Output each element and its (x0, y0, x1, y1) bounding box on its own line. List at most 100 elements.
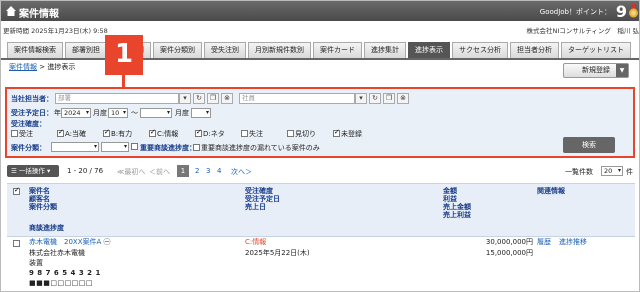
to-month-select[interactable] (191, 108, 211, 118)
check-lost[interactable]: 失注 (241, 129, 263, 139)
updated-time: 更新時間 2025年1月23日(木) 9:58 (3, 27, 108, 35)
app-window: 案件情報 GoodJob！ポイント： 9 更新時間 2025年1月23日(木) … (0, 0, 640, 292)
check-c[interactable]: C:情報 (149, 128, 178, 139)
dept-clear-icon[interactable]: ⊗ (221, 93, 233, 104)
staff-input[interactable]: 社員 (239, 93, 355, 104)
to-month-unit: 月度 (175, 109, 189, 117)
case-name-link[interactable]: 赤木電機 20XX案件A (29, 238, 101, 246)
check-unregistered[interactable]: 未登録 (333, 128, 362, 139)
checkbox[interactable] (57, 128, 64, 137)
table-row: 赤木電機 20XX案件A ㊀ 株式会社赤木電機 装置 9 8 7 6 5 4 3… (7, 237, 635, 291)
check-won[interactable]: 受注 (11, 129, 33, 139)
dropdown-arrow-icon[interactable]: ▼ (616, 64, 628, 77)
check-cutoff[interactable]: 見切り (287, 129, 316, 139)
year-select[interactable]: 2024 (61, 108, 91, 118)
page-2[interactable]: 2 (195, 167, 199, 175)
step-badge: 1 (105, 35, 143, 75)
check-d[interactable]: D:ネタ (195, 128, 225, 139)
dept-reset-icon[interactable]: ↻ (193, 93, 205, 104)
search-panel: 当社担当者： 部署 ▾ ↻ ❐ ⊗ 社員 ▾ ↻ ❐ ⊗ 受注予定日： 年 20… (5, 87, 635, 158)
first-page-link[interactable]: ≪最初へ (117, 167, 145, 177)
breadcrumb-root[interactable]: 案件情報 (9, 63, 37, 71)
check-a[interactable]: A:当確 (57, 128, 86, 139)
tab-progress-view[interactable]: 進捗表示 (408, 42, 450, 58)
staff-dropdown-icon[interactable]: ▾ (355, 93, 367, 104)
per-page-unit: 件 (626, 168, 633, 176)
header-col-related: 関連情報 (537, 187, 565, 195)
tab-category[interactable]: 案件分類別 (153, 42, 202, 58)
accuracy-label: 受注確度： (11, 120, 46, 128)
header-col-progress: 商談進捗度 (29, 224, 64, 232)
bulk-action-button[interactable]: ☰ 一括操作 ▾ (7, 165, 59, 177)
tab-win-loss[interactable]: 受失注別 (204, 42, 246, 58)
progress-history-link[interactable]: 進捗推移 (559, 237, 587, 248)
tab-staff-analysis[interactable]: 担当者分析 (510, 42, 559, 58)
range-text: 1 - 20 / 76 (67, 167, 104, 175)
month-unit: 月度 (93, 109, 107, 117)
date-cell: 2025年5月22日(木) (245, 249, 310, 257)
checkbox[interactable] (103, 128, 110, 137)
points-value: 9 (615, 2, 627, 21)
dept-copy-icon[interactable]: ❐ (207, 93, 219, 104)
select-all-checkbox[interactable] (13, 186, 20, 195)
case-name-cell: 赤木電機 20XX案件A ㊀ (29, 237, 111, 248)
expand-icon[interactable]: ㊀ (104, 238, 111, 246)
per-page-label: 一覧件数 (565, 168, 593, 176)
prev-page-link[interactable]: ＜前へ (149, 167, 170, 177)
next-page-link[interactable]: 次へ＞ (231, 167, 252, 177)
page-3[interactable]: 3 (206, 167, 210, 175)
title-bar: 案件情報 GoodJob！ポイント： 9 (1, 1, 639, 21)
tab-progress-summary[interactable]: 進捗集計 (364, 42, 406, 58)
tab-success-analysis[interactable]: サクセス分析 (452, 42, 508, 58)
staff-clear-icon[interactable]: ⊗ (397, 93, 409, 104)
important-missing-check[interactable]: 重要商談進捗度の漏れている案件のみ (193, 143, 320, 153)
info-bar: 更新時間 2025年1月23日(木) 9:58 株式会社NIコンサルティング 稲… (1, 21, 639, 37)
to-year-select[interactable] (140, 108, 172, 118)
checkbox[interactable] (193, 144, 200, 151)
checkbox[interactable] (11, 130, 18, 137)
range-tilde: 〜 (131, 109, 138, 117)
search-button[interactable]: 検索 (563, 137, 615, 153)
category-label: 案件分類： (11, 144, 46, 152)
list-icon: ☰ (11, 167, 17, 175)
checkbox[interactable] (195, 128, 202, 137)
home-icon[interactable] (5, 5, 17, 17)
page-title: 案件情報 (19, 9, 59, 20)
owner-label: 当社担当者： (11, 95, 53, 103)
month-select[interactable]: 10 (108, 108, 128, 118)
staff-reset-icon[interactable]: ↻ (369, 93, 381, 104)
breadcrumb: 案件情報 > 進捗表示 (9, 62, 75, 72)
tab-target-list[interactable]: ターゲットリスト (561, 42, 631, 58)
tab-case-search[interactable]: 案件情報検索 (7, 42, 63, 58)
checkbox[interactable] (287, 130, 294, 137)
row-checkbox[interactable] (13, 240, 20, 247)
page-1[interactable]: 1 (177, 165, 189, 177)
tab-case-card[interactable]: 案件カード (313, 42, 362, 58)
dept-dropdown-icon[interactable]: ▾ (179, 93, 191, 104)
important-label: 重要商談進捗度： (140, 144, 196, 152)
per-page-select[interactable]: 20 (601, 166, 623, 176)
tab-monthly-new[interactable]: 月別新規件数別 (248, 42, 311, 58)
dept-input[interactable]: 部署 (55, 93, 179, 104)
checkbox[interactable] (149, 128, 156, 137)
check-b[interactable]: B:有力 (103, 128, 132, 139)
page-4[interactable]: 4 (217, 167, 221, 175)
important-check[interactable] (131, 143, 139, 151)
breadcrumb-current: 進捗表示 (47, 63, 76, 71)
header-col-accuracy: 受注確度 受注予定日 売上日 (245, 187, 280, 211)
checkbox[interactable] (131, 143, 138, 150)
list-toolbar: ☰ 一括操作 ▾ 1 - 20 / 76 ≪最初へ ＜前へ 1 2 3 4 次へ… (5, 161, 637, 181)
checkbox[interactable] (333, 128, 340, 137)
category-select[interactable] (51, 142, 99, 152)
step-badge-connector (122, 75, 125, 87)
staff-copy-icon[interactable]: ❐ (383, 93, 395, 104)
checkbox[interactable] (241, 130, 248, 137)
tab-bar: 案件情報検索 部署別担 ン顧客別 案件分類別 受失注別 月別新規件数別 案件カー… (7, 42, 631, 58)
category-sub-select[interactable] (101, 142, 129, 152)
header-col-case: 案件名 顧客名 案件分類 (29, 187, 57, 211)
tab-dept[interactable]: 部署別担 (65, 42, 107, 58)
accuracy-cell: C:情報 (245, 238, 267, 246)
year-prefix: 年 (54, 109, 61, 117)
history-link[interactable]: 履歴 (537, 237, 551, 248)
new-register-button[interactable]: 新規登録 ▼ (563, 63, 629, 78)
